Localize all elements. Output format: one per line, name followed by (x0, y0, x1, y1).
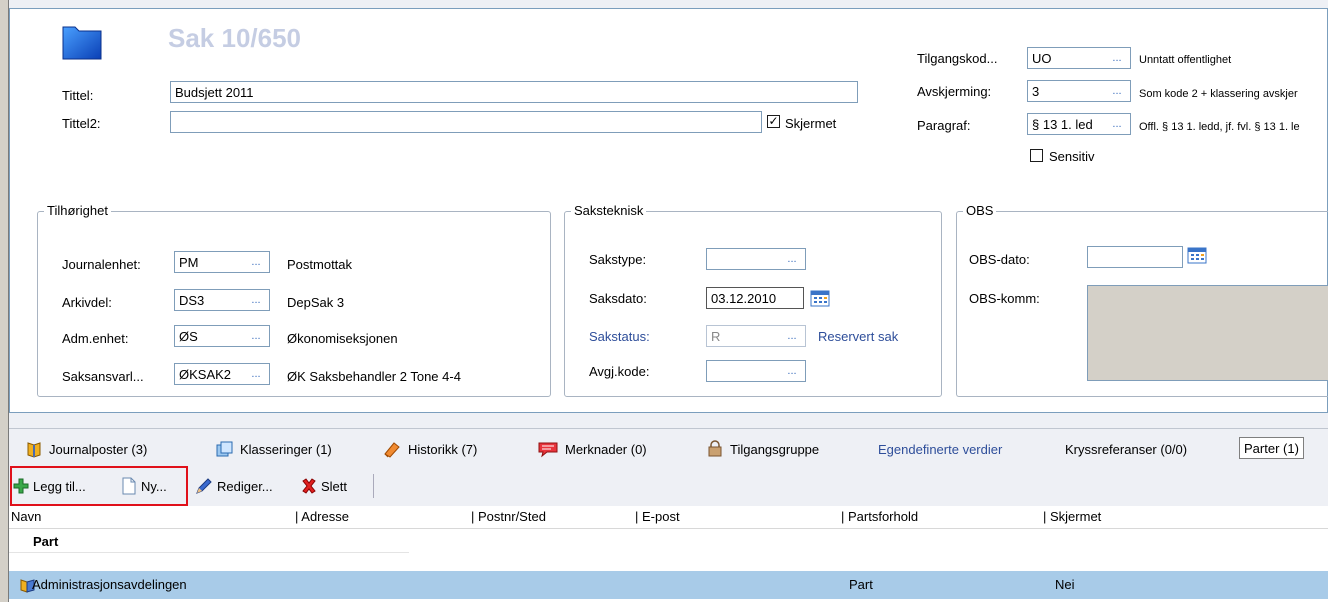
avgjkode-lookup-button[interactable]: ... (780, 366, 804, 380)
saksansvarlig-input[interactable]: ØKSAK2... (174, 363, 270, 385)
obs-group: OBS OBS-dato: OBS-komm: (956, 203, 1328, 397)
journalenhet-label: Journalenhet: (62, 257, 141, 272)
delete-icon (302, 478, 316, 494)
edit-button[interactable]: Rediger... (195, 476, 273, 496)
column-header-epost[interactable]: | E-post (635, 509, 680, 524)
journalenhet-input[interactable]: PM... (174, 251, 270, 273)
group-icon (708, 440, 722, 457)
calendar-icon[interactable] (1187, 246, 1207, 264)
skjermet-checkbox[interactable]: ✓ (767, 115, 780, 128)
avskjerming-label: Avskjerming: (917, 84, 992, 99)
saksteknisk-legend: Saksteknisk (571, 203, 647, 218)
folder-icon (62, 26, 102, 60)
arkivdel-label: Arkivdel: (62, 295, 112, 310)
avgjkode-label: Avgj.kode: (589, 364, 650, 379)
saksdato-input[interactable]: 03.12.2010 (706, 287, 804, 309)
saksansvarlig-desc: ØK Saksbehandler 2 Tone 4-4 (287, 369, 461, 384)
tab-journalposter[interactable]: Journalposter (3) (25, 439, 147, 459)
sensitiv-checkbox[interactable] (1030, 149, 1043, 162)
tab-kryssreferanser[interactable]: Kryssreferanser (0/0) (1065, 439, 1187, 459)
sakstype-label: Sakstype: (589, 252, 647, 267)
tittel2-label: Tittel2: (62, 116, 101, 131)
tittel2-input[interactable] (170, 111, 762, 133)
paragraf-input[interactable]: § 13 1. led... (1027, 113, 1131, 135)
paragraf-label: Paragraf: (917, 118, 971, 133)
obskomm-label: OBS-komm: (969, 291, 1040, 306)
tittel-label: Tittel: (62, 88, 94, 103)
tilgangskode-input[interactable]: UO... (1027, 47, 1131, 69)
eraser-icon (384, 442, 400, 458)
column-header-adresse[interactable]: | Adresse (295, 509, 349, 524)
column-header-navn[interactable]: Navn (11, 509, 41, 524)
tab-tilgangsgruppe[interactable]: Tilgangsgruppe (706, 439, 819, 459)
sakstatus-label: Sakstatus: (589, 329, 650, 344)
sakstype-input[interactable]: ... (706, 248, 806, 270)
sakstype-lookup-button[interactable]: ... (780, 254, 804, 268)
pencil-icon (196, 478, 212, 494)
left-frame (0, 0, 9, 602)
avskjerming-lookup-button[interactable]: ... (1105, 86, 1129, 100)
cell-skjermet: Nei (1055, 577, 1075, 592)
tab-historikk[interactable]: Historikk (7) (382, 439, 477, 459)
tilhorighet-legend: Tilhørighet (44, 203, 111, 218)
tilgangskode-label: Tilgangskod... (917, 51, 998, 66)
saksteknisk-group: Saksteknisk Sakstype: ... Saksdato: 03.1… (564, 203, 942, 397)
tilgangskode-lookup-button[interactable]: ... (1105, 53, 1129, 67)
table-row[interactable]: Administrasjonsavdelingen Part Nei (9, 571, 1328, 599)
tab-parter[interactable]: Parter (1) (1239, 437, 1304, 459)
pages-icon (216, 441, 233, 457)
tilgangskode-desc: Unntatt offentlighet (1139, 54, 1232, 66)
obsdato-input[interactable] (1087, 246, 1183, 268)
admenhet-input[interactable]: ØS... (174, 325, 270, 347)
sakstatus-desc: Reservert sak (818, 329, 899, 344)
avskjerming-input[interactable]: 3... (1027, 80, 1131, 102)
avskjerming-desc: Som kode 2 + klassering avskjer (1139, 88, 1298, 100)
tab-merknader[interactable]: Merknader (0) (537, 439, 647, 459)
admenhet-desc: Økonomiseksjonen (287, 331, 398, 346)
obsdato-label: OBS-dato: (969, 252, 1030, 267)
sensitiv-label: Sensitiv (1049, 149, 1095, 164)
saksdato-label: Saksdato: (589, 291, 647, 306)
book-icon (27, 442, 41, 458)
tab-strip: Journalposter (3) Klasseringer (1) Histo… (9, 428, 1328, 464)
saksansvarlig-lookup-button[interactable]: ... (244, 369, 268, 383)
skjermet-label: Skjermet (785, 116, 837, 131)
toolbar: Legg til... Ny... Rediger... Slett (9, 464, 1328, 506)
column-header-postnr[interactable]: | Postnr/Sted (471, 509, 546, 524)
arkivdel-lookup-button[interactable]: ... (244, 295, 268, 309)
paragraf-desc: Offl. § 13 1. ledd, jf. fvl. § 13 1. le (1139, 121, 1300, 133)
obskomm-textarea[interactable] (1087, 285, 1328, 381)
arkivdel-desc: DepSak 3 (287, 295, 345, 310)
paragraf-lookup-button[interactable]: ... (1105, 119, 1129, 133)
tab-egendefinerte-verdier[interactable]: Egendefinerte verdier (878, 439, 1002, 459)
comment-icon (538, 442, 558, 458)
column-header-partsforhold[interactable]: | Partsforhold (841, 509, 918, 524)
column-header-skjermet[interactable]: | Skjermet (1043, 509, 1101, 524)
tab-klasseringer[interactable]: Klasseringer (1) (214, 439, 332, 459)
admenhet-lookup-button[interactable]: ... (244, 331, 268, 345)
case-form: Sak 10/650 Tittel: Budsjett 2011 Tittel2… (9, 8, 1328, 413)
case-title: Sak 10/650 (168, 23, 302, 53)
obs-legend: OBS (963, 203, 997, 218)
tittel-input[interactable]: Budsjett 2011 (170, 81, 858, 103)
delete-button[interactable]: Slett (301, 476, 347, 496)
journalenhet-desc: Postmottak (287, 257, 353, 272)
group-row[interactable]: Part (9, 528, 1328, 554)
journalenhet-lookup-button[interactable]: ... (244, 257, 268, 271)
group-divider (9, 552, 409, 553)
toolbar-separator (373, 474, 374, 498)
arkivdel-input[interactable]: DS3... (174, 289, 270, 311)
avgjkode-input[interactable]: ... (706, 360, 806, 382)
admenhet-label: Adm.enhet: (62, 331, 129, 346)
cell-navn: Administrasjonsavdelingen (32, 577, 187, 592)
grid-header: Navn | Adresse | Postnr/Sted | E-post | … (9, 506, 1328, 529)
calendar-icon[interactable] (810, 289, 830, 307)
cell-partsforhold: Part (849, 577, 873, 592)
saksansvarlig-label: Saksansvarl... (62, 369, 144, 384)
sakstatus-input[interactable]: R... (706, 325, 806, 347)
group-label: Part (33, 534, 59, 549)
sakstatus-lookup-button[interactable]: ... (780, 331, 804, 345)
highlight-box (10, 466, 188, 506)
tilhorighet-group: Tilhørighet Journalenhet: PM... Postmott… (37, 203, 551, 397)
